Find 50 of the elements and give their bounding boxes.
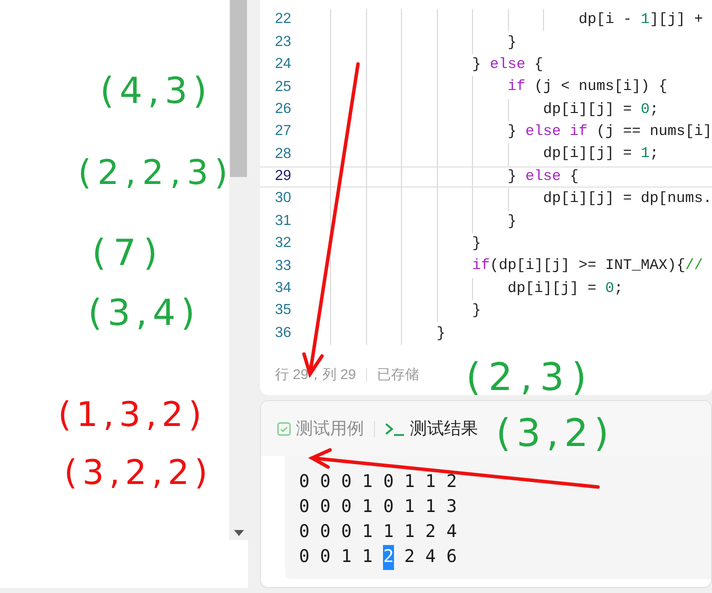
checkbox-icon [277, 422, 291, 436]
output-line: 0 0 0 1 1 1 2 4 [299, 521, 458, 544]
line-number: 28 [274, 144, 292, 164]
handwritten-note: (3,2) [496, 414, 615, 452]
output-line: 0 0 1 1 2 2 4 6 [299, 545, 711, 570]
code-text: } [471, 235, 481, 254]
down-arrow-icon[interactable] [234, 530, 244, 536]
line-number: 32 [274, 234, 292, 254]
handwritten-note: (2,3) [466, 358, 594, 396]
code-text: } [506, 212, 516, 232]
code-text: } [506, 34, 516, 52]
handwritten-note: (3,4) [88, 296, 200, 332]
terminal-icon [385, 422, 405, 436]
line-number: 26 [274, 100, 292, 119]
code-text: dp[i][j] = 1; [542, 145, 659, 164]
cursor-position: 行 29，列 29 [275, 365, 356, 384]
line-number: 31 [274, 212, 292, 231]
save-status: 已存储 [376, 365, 419, 384]
code-text: } else { [506, 168, 579, 187]
line-number: 36 [274, 324, 292, 343]
code-text: } [436, 324, 446, 344]
code-text: if (j < nums[i]) { [506, 78, 668, 98]
scrollbar-thumb[interactable] [230, 0, 247, 177]
code-text: } [471, 302, 481, 322]
line-number: 25 [274, 78, 292, 96]
handwritten-note: (4,3) [100, 74, 212, 110]
code-text: if(dp[i][j] >= INT_MAX){// [471, 257, 703, 276]
line-number: 23 [274, 32, 292, 52]
line-number: 30 [274, 189, 292, 208]
line-number: 35 [274, 301, 292, 320]
line-number: 22 [274, 10, 292, 30]
code-text: } else { [471, 56, 544, 75]
handwritten-note: (2,2,3) [78, 156, 234, 190]
line-number: 24 [274, 55, 292, 74]
code-text: dp[i][j] = 0; [506, 280, 624, 299]
output-line: 0 0 0 1 0 1 1 3 [299, 496, 458, 519]
handwritten-note: (7) [92, 236, 165, 272]
panel-tab[interactable]: 测试结果 [385, 416, 478, 442]
line-number: 34 [274, 279, 292, 298]
line-number: 27 [274, 122, 292, 142]
output-line: 0 0 0 1 0 1 1 2 [299, 471, 458, 494]
code-text: dp[i][j] = dp[nums. [542, 190, 712, 210]
code-text: dp[i][j] = 0; [542, 100, 659, 120]
handwritten-note: (1,3,2) [58, 398, 207, 432]
line-number: 29 [274, 167, 292, 186]
handwritten-note: (3,2,2) [64, 456, 213, 490]
code-text: dp[i - 1][j] + [578, 11, 703, 30]
line-number: 33 [274, 256, 292, 276]
scrollbar[interactable] [229, 0, 248, 540]
code-text: } else if (j == nums[i] [506, 123, 712, 142]
